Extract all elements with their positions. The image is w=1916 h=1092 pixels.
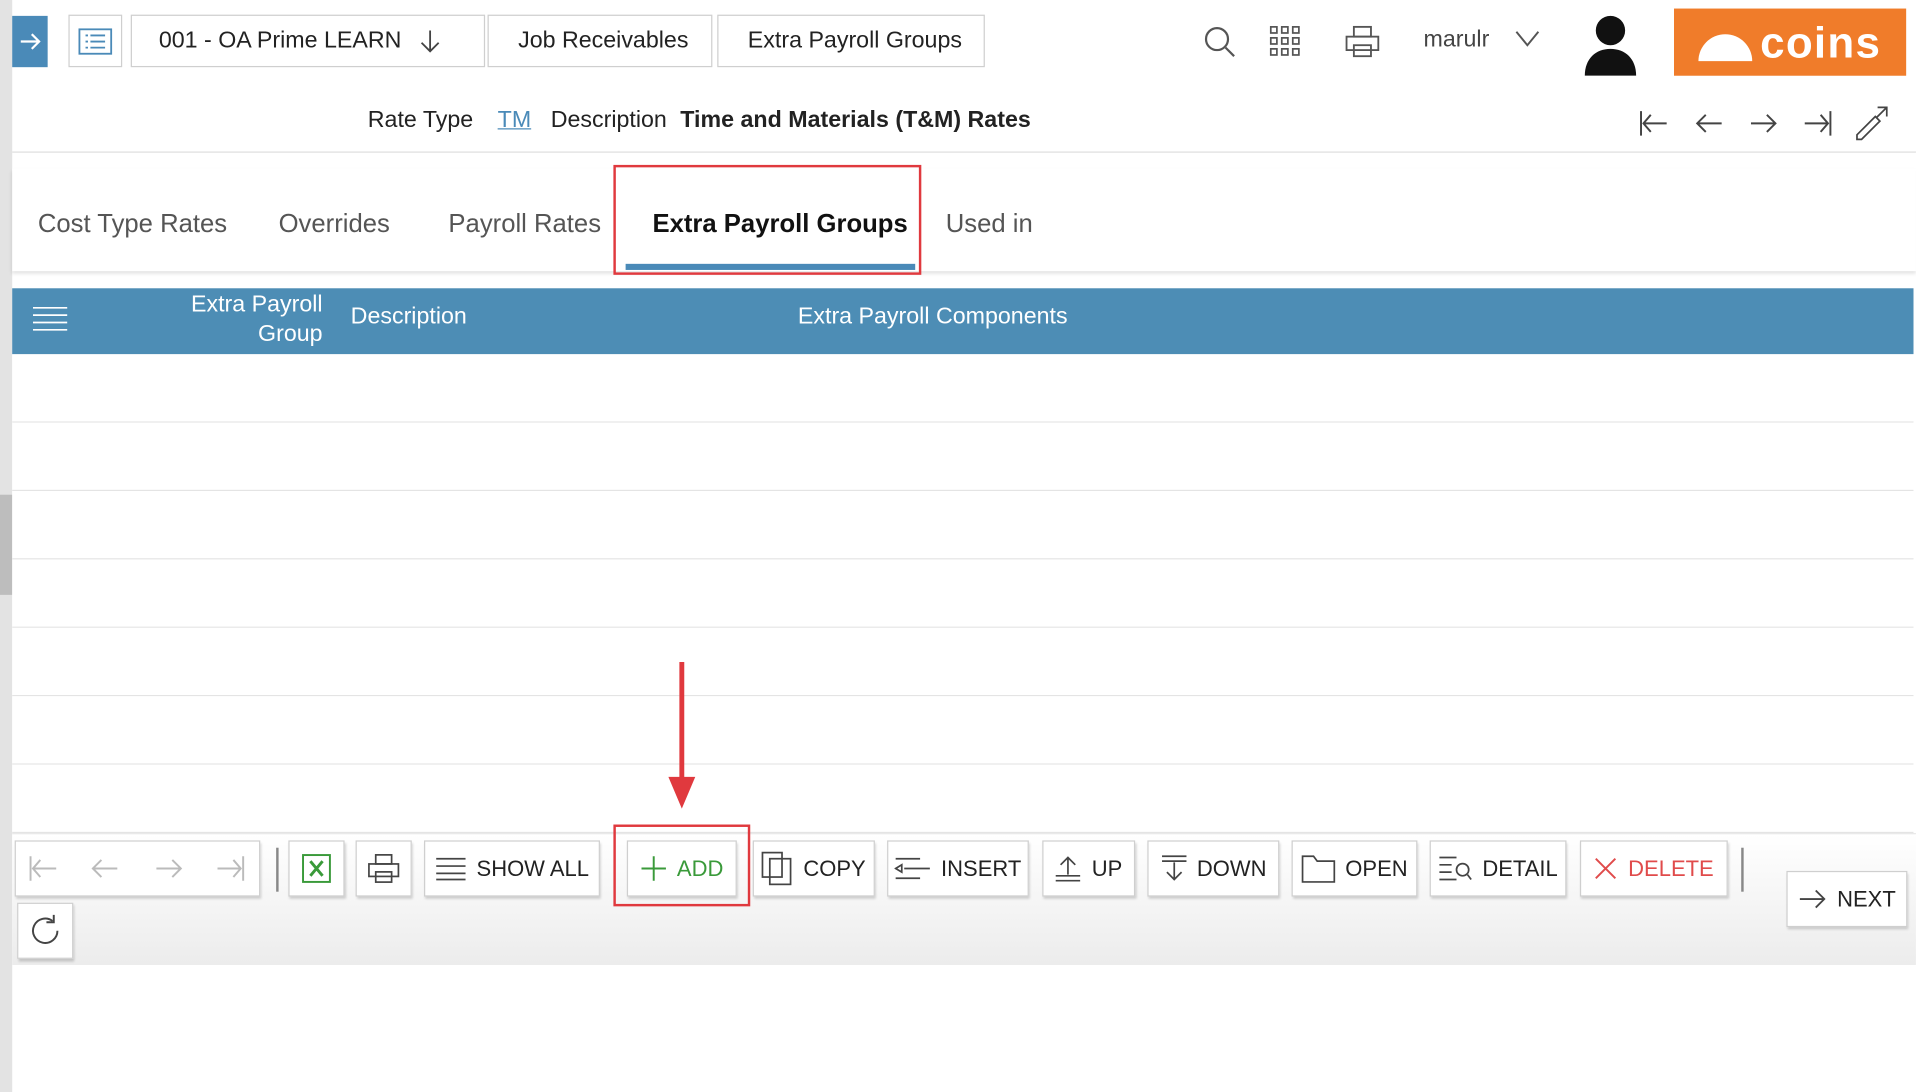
- move-up-button[interactable]: UP: [1042, 840, 1136, 897]
- grid-header: Extra Payroll Group Description Extra Pa…: [12, 288, 1914, 355]
- excel-export-button[interactable]: [288, 840, 345, 897]
- column-description[interactable]: Description: [351, 304, 467, 331]
- first-icon: [1640, 111, 1667, 136]
- table-row[interactable]: [12, 627, 1914, 697]
- arrow-up-icon: [1056, 856, 1081, 882]
- table-row[interactable]: [12, 696, 1914, 765]
- table-row[interactable]: [12, 491, 1914, 560]
- breadcrumb-company[interactable]: 001 - OA Prime LEARN: [130, 14, 486, 68]
- rate-type-label: Rate Type: [367, 107, 474, 134]
- arrow-right-icon: [1750, 114, 1777, 133]
- breadcrumb-home[interactable]: [68, 14, 123, 68]
- separator: [1741, 847, 1744, 892]
- arrow-down-icon: [1161, 855, 1186, 881]
- menu-icon[interactable]: [32, 305, 69, 332]
- table-row[interactable]: [12, 422, 1914, 492]
- tab-cost-type-rates[interactable]: Cost Type Rates: [38, 210, 227, 239]
- annotation-arrow-icon: [668, 662, 696, 809]
- first-row-icon[interactable]: [27, 854, 59, 889]
- grid-nav-group: [14, 840, 261, 897]
- insert-icon: [894, 857, 931, 880]
- show-all-button[interactable]: SHOW ALL: [423, 840, 600, 897]
- previous-record-button[interactable]: [1691, 105, 1728, 142]
- description-label: Description: [550, 107, 667, 134]
- nav-toggle-button[interactable]: [12, 15, 48, 68]
- edit-expand-button[interactable]: [1852, 105, 1889, 142]
- open-button[interactable]: OPEN: [1291, 840, 1418, 897]
- tab-overrides[interactable]: Overrides: [279, 210, 390, 239]
- chevron-down-icon[interactable]: [1515, 29, 1540, 49]
- divider: [12, 151, 1916, 153]
- last-record-button[interactable]: [1800, 105, 1837, 142]
- arrow-right-icon: [1800, 889, 1827, 909]
- refresh-icon: [32, 914, 59, 944]
- left-scroll-strip[interactable]: [0, 0, 13, 1092]
- copy-button[interactable]: COPY: [752, 840, 875, 897]
- table-row[interactable]: [12, 354, 1914, 423]
- folder-icon: [1301, 855, 1336, 883]
- arrow-down-icon: [420, 29, 439, 52]
- copy-icon: [762, 851, 793, 886]
- tab-bar: Cost Type Rates Overrides Payroll Rates …: [12, 168, 1916, 272]
- printer-icon[interactable]: [1343, 22, 1382, 61]
- user-name[interactable]: marulr: [1424, 27, 1490, 54]
- rate-type-link[interactable]: TM: [498, 107, 532, 134]
- highlight-box-tab: [613, 164, 922, 275]
- search-icon[interactable]: [1200, 22, 1239, 61]
- next-record-button[interactable]: [1745, 105, 1782, 142]
- excel-icon: [302, 854, 331, 883]
- column-extra-payroll-group[interactable]: Extra Payroll Group: [171, 291, 323, 350]
- refresh-button[interactable]: [17, 902, 74, 959]
- next-button[interactable]: NEXT: [1786, 870, 1908, 928]
- table-row[interactable]: [12, 764, 1914, 834]
- last-icon: [1804, 111, 1832, 136]
- arrow-left-icon: [1695, 114, 1722, 133]
- company-label: 001 - OA Prime LEARN: [158, 27, 402, 54]
- print-button[interactable]: [355, 840, 412, 897]
- breadcrumb-module[interactable]: Job Receivables: [487, 14, 713, 68]
- breadcrumb-page[interactable]: Extra Payroll Groups: [717, 14, 985, 68]
- avatar[interactable]: [1582, 12, 1638, 76]
- tab-payroll-rates[interactable]: Payroll Rates: [448, 210, 601, 239]
- highlight-box-add: [613, 824, 751, 907]
- arrow-right-icon: [20, 33, 41, 50]
- pencil-expand-icon: [1856, 106, 1888, 141]
- table-row[interactable]: [12, 559, 1914, 628]
- description-value: Time and Materials (T&M) Rates: [680, 107, 1031, 134]
- delete-button[interactable]: DELETE: [1579, 840, 1728, 897]
- hard-hat-icon: [1699, 33, 1753, 61]
- lines-icon: [436, 857, 466, 881]
- close-icon: [1595, 858, 1617, 879]
- scroll-thumb[interactable]: [0, 494, 13, 595]
- insert-button[interactable]: INSERT: [887, 840, 1029, 897]
- last-row-icon[interactable]: [215, 854, 247, 889]
- previous-row-icon[interactable]: [90, 854, 119, 889]
- record-header: Rate Type TM Description Time and Materi…: [368, 107, 1031, 134]
- first-record-button[interactable]: [1635, 105, 1672, 142]
- coins-logo: coins: [1674, 8, 1907, 76]
- detail-search-icon: [1439, 856, 1473, 881]
- printer-icon: [368, 854, 400, 883]
- separator: [276, 847, 279, 892]
- column-extra-payroll-components[interactable]: Extra Payroll Components: [798, 304, 1068, 331]
- apps-grid-icon[interactable]: [1266, 22, 1305, 61]
- page-label: Extra Payroll Groups: [747, 27, 962, 54]
- tab-used-in[interactable]: Used in: [946, 210, 1033, 239]
- list-icon: [78, 27, 113, 55]
- move-down-button[interactable]: DOWN: [1147, 840, 1280, 897]
- next-row-icon[interactable]: [154, 854, 183, 889]
- detail-button[interactable]: DETAIL: [1429, 840, 1567, 897]
- module-label: Job Receivables: [518, 27, 689, 54]
